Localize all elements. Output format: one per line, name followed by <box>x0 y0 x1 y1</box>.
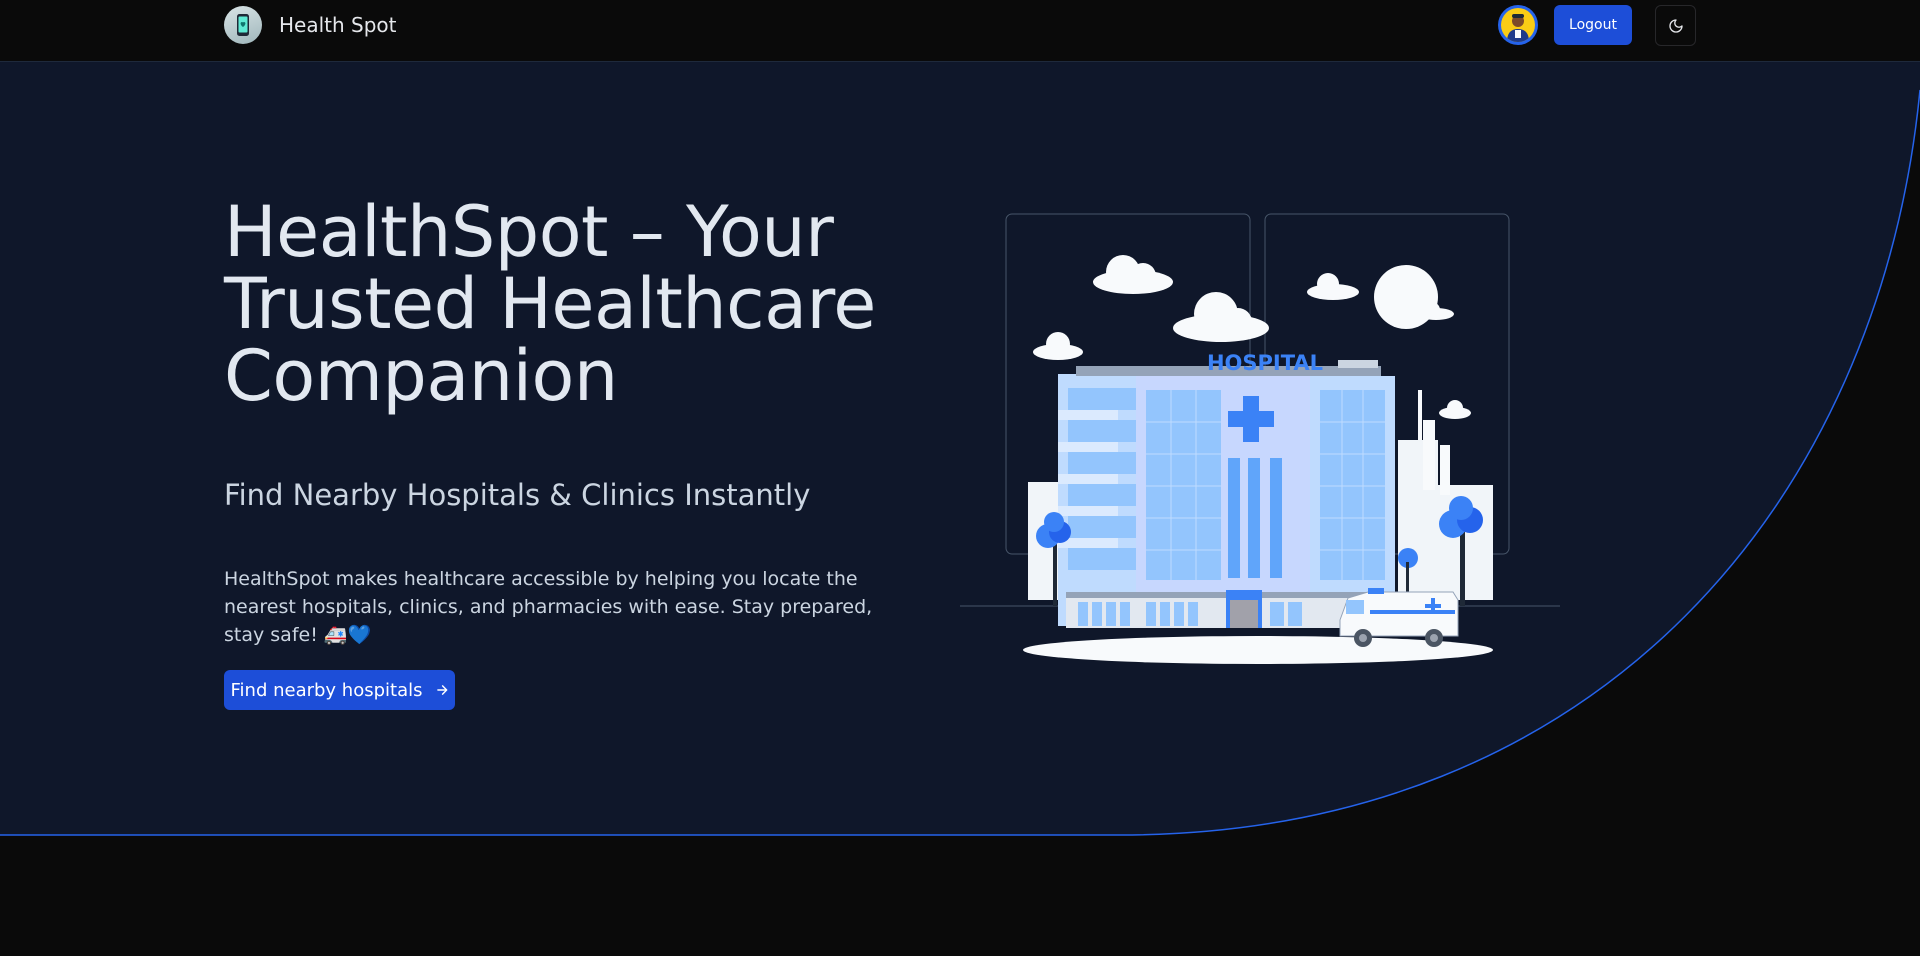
moon-icon <box>1668 18 1683 33</box>
hospital-illustration: HOSPITAL <box>960 213 1560 664</box>
brand-link[interactable]: Health Spot <box>224 6 397 44</box>
hero-title: HealthSpot – Your Trusted Healthcare Com… <box>224 191 876 417</box>
brand-name: Health Spot <box>279 13 397 37</box>
phone-health-icon <box>224 6 262 44</box>
arrow-right-icon <box>436 685 447 695</box>
theme-toggle-button[interactable] <box>1655 5 1696 46</box>
hero-subtitle: Find Nearby Hospitals & Clinics Instantl… <box>224 478 811 512</box>
find-hospitals-button[interactable]: Find nearby hospitals <box>224 670 455 710</box>
hospital-sign: HOSPITAL <box>1207 351 1323 375</box>
find-hospitals-label: Find nearby hospitals <box>230 679 423 701</box>
avatar[interactable] <box>1498 5 1538 45</box>
navbar: Health Spot Logout <box>0 0 1920 62</box>
hero-description: HealthSpot makes healthcare accessible b… <box>224 568 873 646</box>
logout-button[interactable]: Logout <box>1554 5 1632 45</box>
